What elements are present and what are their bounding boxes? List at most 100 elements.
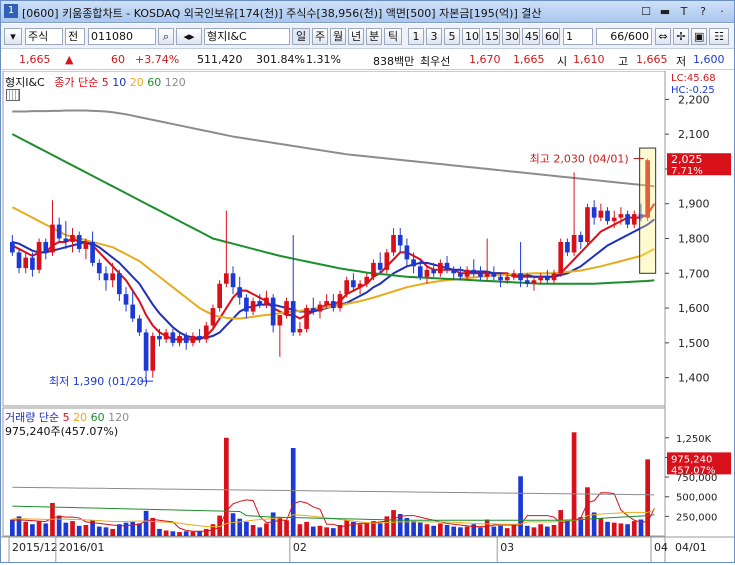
candle-body [417, 266, 423, 277]
chart-area[interactable]: 2,2002,1002,0001,9001,8001,7001,6001,500… [1, 70, 734, 562]
interval-10[interactable]: 10 [462, 28, 480, 45]
chart-menu-icon[interactable]: ▾ [4, 28, 22, 45]
candle-body [337, 294, 343, 309]
volume-bar [163, 530, 169, 536]
volume-bar [484, 519, 490, 536]
volume-bar [344, 520, 350, 536]
volume-bar [625, 524, 630, 536]
toolbar: ▾ 주식 전 011080 ⌕ ◂▸ 형지I&C 일 주 월 년 분 틱 1 3… [1, 24, 734, 49]
mode-select[interactable]: 전 [65, 28, 85, 45]
volume-bar [203, 528, 209, 536]
interval-60[interactable]: 60 [542, 28, 560, 45]
count-input[interactable]: 66/600 [596, 28, 652, 45]
candle-body [391, 235, 396, 253]
candle-body [284, 301, 289, 316]
settings-icon[interactable]: ☷ [709, 28, 729, 45]
title-bar[interactable]: 1 [0600] 키움종합차트 - KOSDAQ 외국인보유[174(천)] 주… [1, 1, 734, 23]
candle-body [183, 335, 189, 343]
candle-body [618, 214, 624, 218]
bid-price: 1,665 [513, 53, 545, 66]
tab-weekly[interactable]: 주 [312, 28, 328, 45]
volume-bar [257, 527, 263, 536]
candle-body [277, 315, 283, 326]
candle-body [585, 207, 590, 242]
volume-bar [598, 517, 604, 536]
crosshair-icon[interactable]: ✢ [673, 28, 689, 45]
volume-bar [310, 526, 316, 536]
candle-body [150, 335, 156, 371]
candle-body [177, 335, 182, 343]
volume-bar [130, 521, 136, 536]
candle-body [304, 308, 309, 329]
candle-body [551, 273, 557, 281]
volume-bar [545, 526, 550, 536]
font-icon[interactable]: T [676, 4, 692, 19]
interval-3[interactable]: 3 [426, 28, 442, 45]
candle-body [23, 257, 29, 269]
volume-value: 511,420 [197, 53, 243, 66]
candle-body [411, 259, 416, 267]
volume-bar [531, 527, 537, 536]
candle-body [558, 241, 564, 274]
close-icon[interactable]: · [714, 4, 730, 19]
candle-body [297, 328, 303, 333]
volume-bar [645, 459, 650, 536]
interval-1[interactable]: 1 [408, 28, 424, 45]
date-last-label: 04/01 [675, 541, 707, 554]
help-icon[interactable]: ? [695, 4, 711, 19]
tab-minute[interactable]: 분 [366, 28, 382, 45]
volume-bar [63, 522, 69, 536]
volume-bar [491, 526, 497, 536]
sound-icon[interactable]: ◂▸ [176, 28, 202, 45]
expand-icon[interactable]: ⇔ [655, 28, 671, 45]
volume-bar [143, 510, 149, 536]
save-icon[interactable]: ▣ [691, 28, 707, 45]
volume-bar [23, 521, 29, 536]
volume-bar [30, 524, 35, 536]
candle-body [317, 304, 323, 312]
market-select[interactable]: 주식 [25, 28, 63, 45]
interval-45[interactable]: 45 [522, 28, 540, 45]
candle-body [625, 214, 630, 225]
candle-body [424, 269, 430, 277]
candle-body [491, 273, 497, 277]
volume-bar [70, 521, 75, 536]
candle-body [230, 273, 236, 288]
search-icon[interactable]: ⌕ [158, 28, 174, 45]
price-volume-chart[interactable]: 2,2002,1002,0001,9001,8001,7001,6001,500… [1, 70, 734, 562]
candle-body [371, 262, 376, 277]
candle-body [224, 273, 229, 284]
tab-daily[interactable]: 일 [292, 28, 310, 45]
current-price-tag-label: 2,025 [671, 153, 703, 166]
interval-5[interactable]: 5 [444, 28, 460, 45]
candle-body [484, 273, 490, 277]
change-percent: +3.74% [135, 53, 180, 66]
interval-15[interactable]: 15 [482, 28, 500, 45]
tab-monthly[interactable]: 월 [330, 28, 346, 45]
stock-name-field[interactable]: 형지I&C [204, 28, 290, 45]
candle-body [591, 207, 597, 218]
candle-body [397, 235, 403, 246]
volume-bar [458, 527, 463, 536]
interval-30[interactable]: 30 [502, 28, 520, 45]
candle-body [170, 332, 176, 343]
unit-input[interactable]: 1 [563, 28, 593, 45]
ma-120-label: 120 [164, 76, 186, 89]
volume-bar [190, 531, 196, 536]
candle-body [103, 273, 109, 281]
code-input[interactable]: 011080 [88, 28, 156, 45]
volume-bar [183, 531, 189, 536]
restore-icon[interactable]: ☐ [638, 4, 654, 19]
minimize-icon[interactable]: ▬ [657, 4, 673, 19]
candle-body [451, 269, 457, 274]
tab-yearly[interactable]: 년 [348, 28, 364, 45]
candle-body [143, 332, 149, 371]
price-tick-label: 1,800 [678, 233, 710, 246]
volume-bar [290, 448, 296, 536]
high-annotation: 최고 2,030 (04/01) [530, 152, 629, 165]
grid-toggle-icon[interactable] [6, 89, 20, 101]
tab-tick[interactable]: 틱 [384, 28, 402, 45]
price-tick-label: 1,900 [678, 198, 710, 211]
volume-bar [83, 525, 89, 536]
candle-body [431, 269, 436, 274]
